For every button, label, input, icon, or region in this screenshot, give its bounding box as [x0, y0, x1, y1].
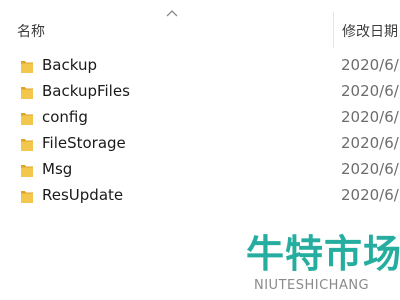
folder-icon	[21, 87, 33, 99]
file-name: Msg	[42, 160, 73, 178]
file-date: 2020/6/	[341, 56, 399, 74]
file-row[interactable]: config 2020/6/	[0, 105, 400, 131]
date-column-label: 修改日期	[342, 24, 398, 40]
watermark-chinese-text: 牛特市场	[246, 232, 400, 276]
file-name: config	[42, 108, 88, 126]
file-name: FileStorage	[42, 134, 126, 152]
file-name: BackupFiles	[42, 82, 130, 100]
file-row[interactable]: BackupFiles 2020/6/	[0, 79, 400, 105]
name-column-header[interactable]: 名称	[0, 0, 333, 50]
file-row[interactable]: ResUpdate 2020/6/	[0, 183, 400, 209]
folder-icon	[21, 113, 33, 125]
column-header-bar: 名称 修改日期	[0, 0, 400, 50]
folder-icon	[21, 191, 33, 203]
file-date: 2020/6/	[341, 108, 399, 126]
file-name: ResUpdate	[42, 186, 124, 204]
folder-icon	[21, 165, 33, 177]
watermark: 牛特市场 NIUTESHICHANG	[246, 232, 400, 298]
file-row[interactable]: Backup 2020/6/	[0, 53, 400, 79]
file-explorer-window: 名称 修改日期 Backup 2020/6/ BackupFiles 2020/…	[0, 0, 400, 300]
date-column-header[interactable]: 修改日期	[334, 0, 400, 50]
file-date: 2020/6/	[341, 134, 399, 152]
folder-icon	[21, 139, 33, 151]
folder-icon	[21, 61, 33, 73]
name-column-label: 名称	[17, 24, 45, 40]
file-name: Backup	[42, 56, 97, 74]
watermark-english-text: NIUTESHICHANG	[254, 278, 370, 293]
file-list: Backup 2020/6/ BackupFiles 2020/6/ confi…	[0, 53, 400, 209]
file-date: 2020/6/	[341, 160, 399, 178]
sort-ascending-icon	[166, 10, 178, 17]
file-row[interactable]: FileStorage 2020/6/	[0, 131, 400, 157]
file-date: 2020/6/	[341, 186, 399, 204]
file-date: 2020/6/	[341, 82, 399, 100]
file-row[interactable]: Msg 2020/6/	[0, 157, 400, 183]
